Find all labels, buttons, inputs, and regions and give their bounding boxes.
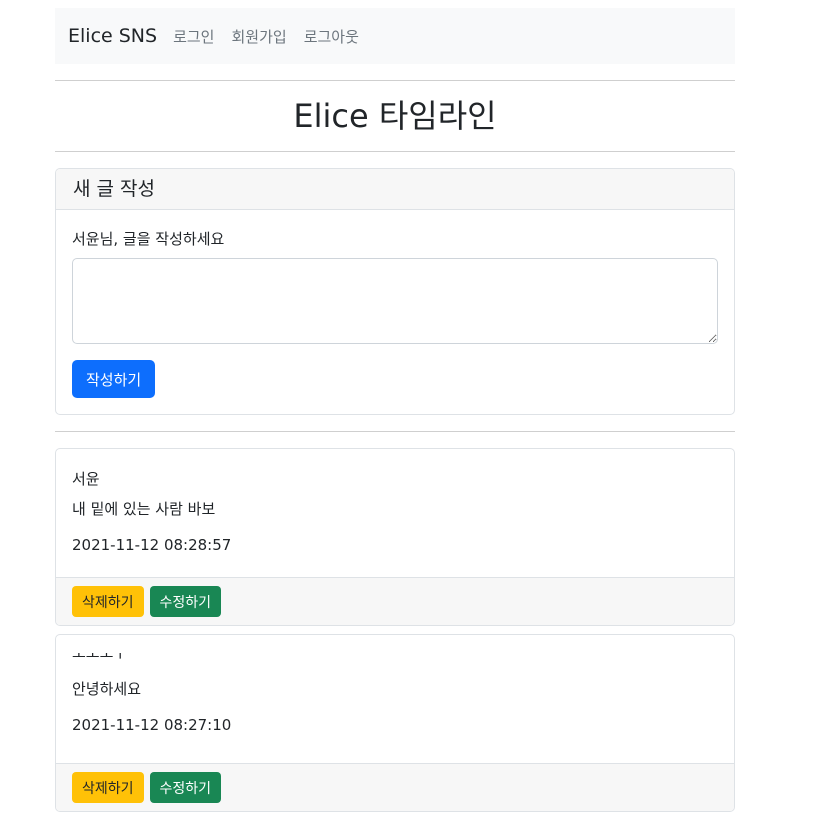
post-author: 보조도구: [72, 653, 718, 665]
post-author: 서윤: [72, 470, 100, 488]
submit-post-button[interactable]: 작성하기: [72, 360, 156, 398]
edit-post-button[interactable]: 수정하기: [149, 586, 222, 617]
new-post-form: 서윤님, 글을 작성하세요 작성하기: [56, 210, 734, 414]
nav-link-logout[interactable]: 로그아웃: [304, 26, 359, 47]
new-post-header: 새 글 작성: [56, 169, 734, 210]
navbar: Elice SNS 로그인 회원가입 로그아웃: [55, 8, 735, 64]
post-footer: 삭제하기 수정하기: [56, 577, 734, 625]
divider: [55, 151, 735, 152]
nav-link-signup[interactable]: 회원가입: [231, 26, 286, 47]
post-input-label: 서윤님, 글을 작성하세요: [72, 230, 225, 248]
post-card: 서윤 내 밑에 있는 사람 바보 2021-11-12 08:28:57 삭제하…: [55, 448, 735, 626]
post-body: 서윤 내 밑에 있는 사람 바보 2021-11-12 08:28:57: [56, 449, 734, 577]
nav-link-login[interactable]: 로그인: [173, 26, 214, 47]
post-date: 2021-11-12 08:27:10: [72, 716, 232, 734]
post-body: 보조도구 안녕하세요 2021-11-12 08:27:10: [56, 635, 734, 763]
divider: [55, 431, 735, 432]
delete-post-button[interactable]: 삭제하기: [72, 586, 144, 617]
post-date: 2021-11-12 08:28:57: [72, 536, 232, 554]
post-footer: 삭제하기 수정하기: [56, 763, 734, 811]
post-author-text: 보조도구: [72, 653, 127, 661]
delete-post-button[interactable]: 삭제하기: [72, 772, 144, 803]
page-title: Elice 타임라인: [293, 97, 497, 135]
edit-post-button[interactable]: 수정하기: [149, 772, 222, 803]
post-textarea[interactable]: [72, 258, 718, 344]
new-post-card: 새 글 작성 서윤님, 글을 작성하세요 작성하기: [55, 168, 735, 415]
post-card: 보조도구 안녕하세요 2021-11-12 08:27:10 삭제하기 수정하기: [55, 634, 735, 812]
navbar-brand[interactable]: Elice SNS: [68, 25, 157, 47]
main-container: Elice SNS 로그인 회원가입 로그아웃 Elice 타임라인 새 글 작…: [55, 8, 735, 812]
post-content: 내 밑에 있는 사람 바보: [72, 500, 216, 518]
post-content: 안녕하세요: [72, 680, 142, 698]
